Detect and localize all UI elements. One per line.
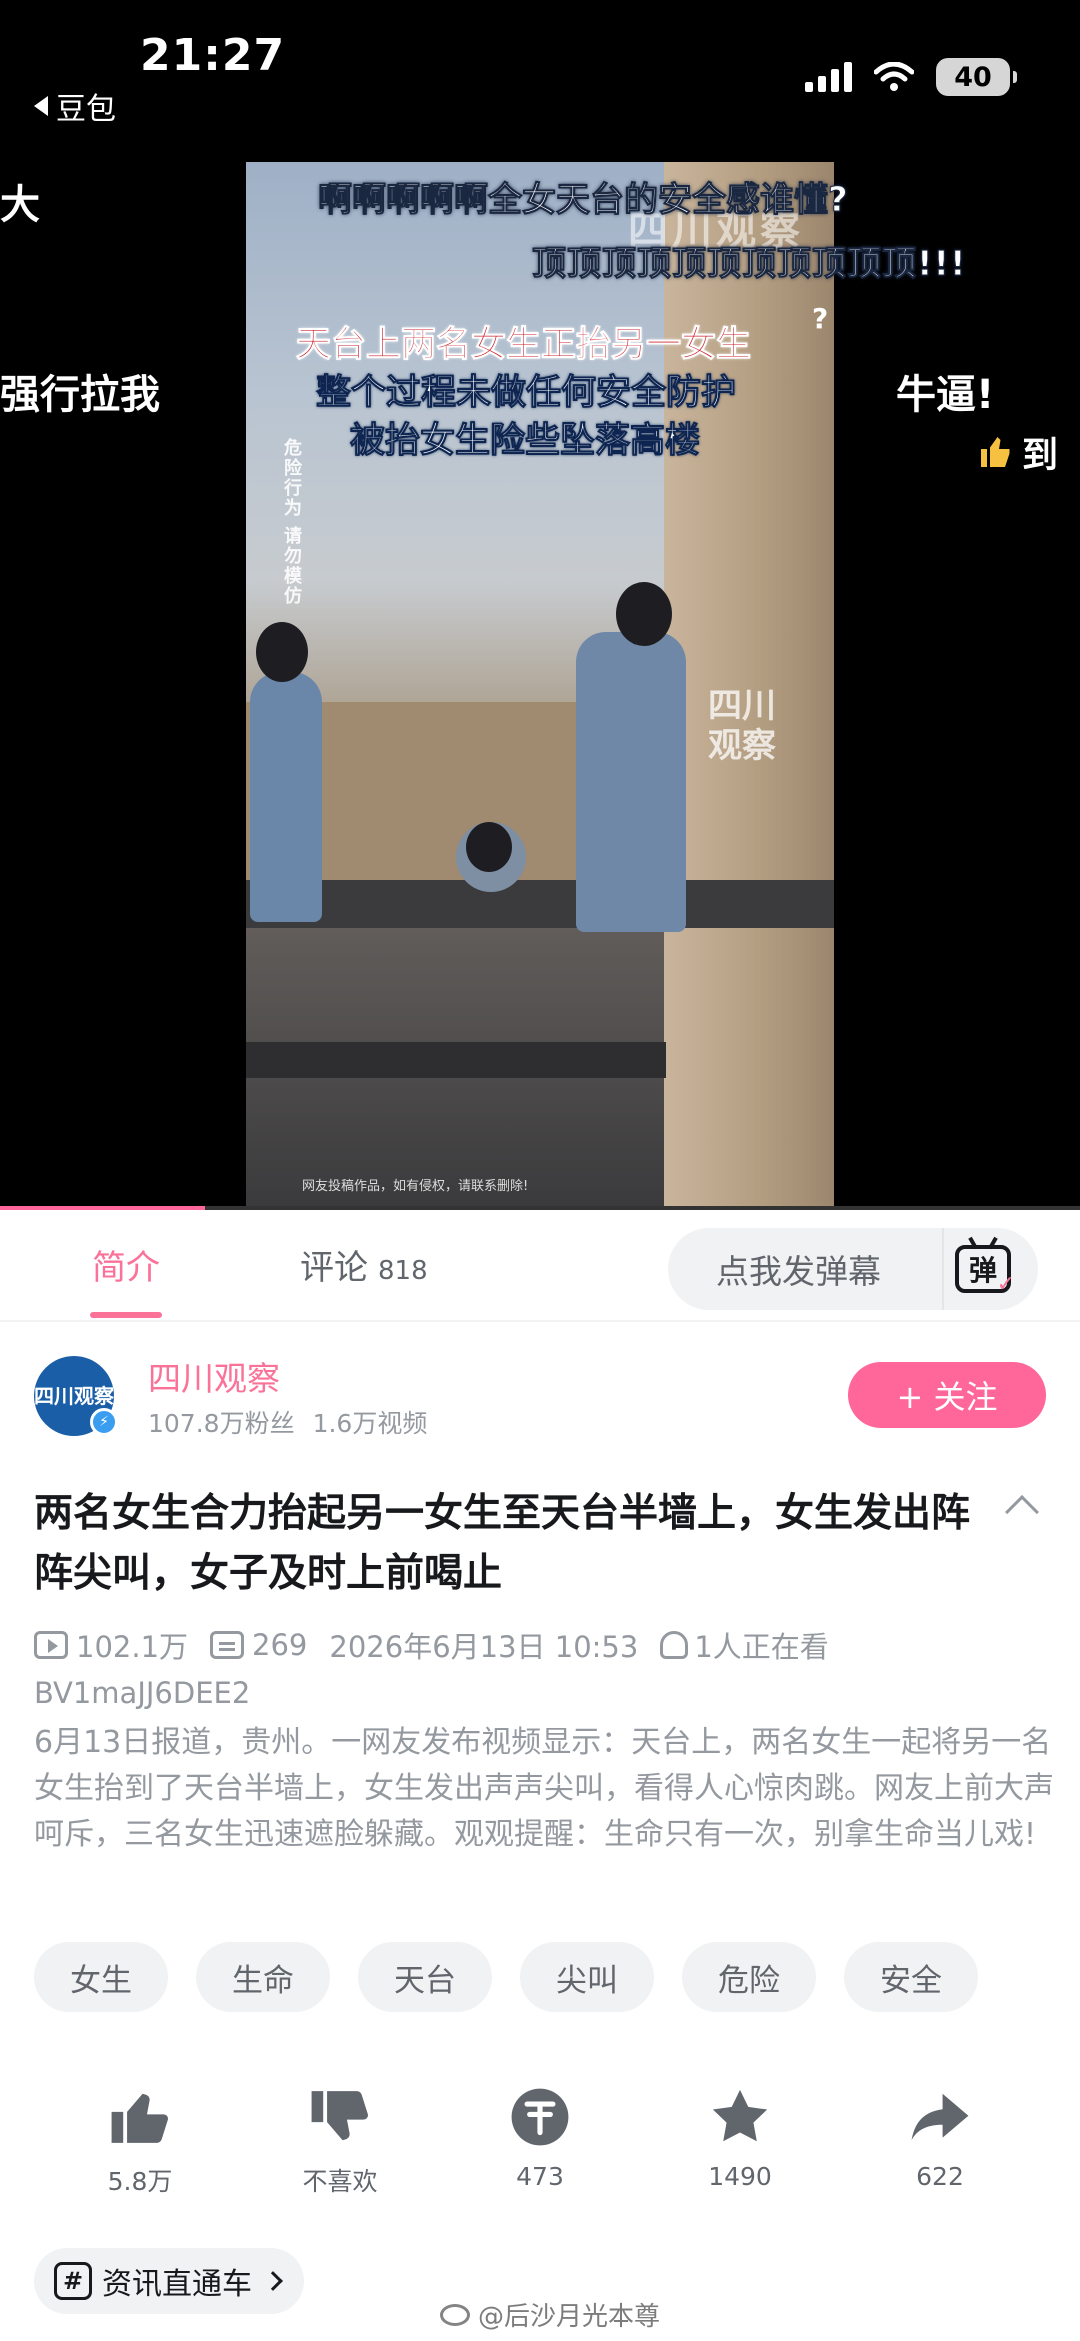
check-icon: ✓ [996, 1272, 1015, 1297]
tag-list: 女生 生命 天台 尖叫 危险 安全 [34, 1942, 978, 2012]
publish-date: 2026年6月13日 10:53 [329, 1630, 639, 1664]
detail-tabs: 简介 评论 818 点我发弹幕 弹 ✓ [0, 1210, 1080, 1322]
danmaku-count: 269 [252, 1628, 308, 1662]
back-app-label: 豆包 [56, 92, 116, 127]
video-watermark-logo: 四川观察 [708, 686, 776, 766]
uploader-fans: 107.8万粉丝 [148, 1409, 295, 1438]
favorite-count: 1490 [708, 2162, 772, 2191]
tab-comments[interactable]: 评论 818 [300, 1240, 428, 1289]
coin-icon [511, 2088, 569, 2146]
chevron-up-icon[interactable] [1005, 1495, 1039, 1529]
tag-chip[interactable]: 生命 [196, 1942, 330, 2012]
wifi-icon [874, 62, 914, 91]
danmaku-input[interactable]: 点我发弹幕 弹 ✓ [668, 1228, 1038, 1310]
video-title: 两名女生合力抬起另一女生至天台半墙上，女生发出阵阵尖叫，女子及时上前喝止 [34, 1491, 971, 1596]
thumbs-down-icon [311, 2091, 368, 2141]
follow-button[interactable]: + 关注 [848, 1362, 1046, 1428]
hashtag-icon: # [54, 2262, 92, 2300]
danmaku-input-placeholder: 点我发弹幕 [716, 1252, 881, 1291]
chevron-right-icon [263, 2271, 283, 2291]
watching-count: 1人正在看 [694, 1630, 829, 1664]
star-icon [712, 2089, 768, 2142]
weibo-watermark: @后沙月光本尊 [440, 2296, 660, 2333]
danmaku-icon-label: 弹 [968, 1254, 997, 1287]
video-overlay-text-2: 顶顶顶顶顶顶顶顶顶顶顶!!! [532, 244, 967, 285]
video-disclaimer: 网友投稿作品，如有侵权，请联系删除! [302, 1179, 529, 1194]
tag-chip[interactable]: 天台 [358, 1942, 492, 2012]
coin-button[interactable]: 473 [465, 2086, 615, 2198]
channel-link[interactable]: # 资讯直通车 [34, 2248, 304, 2314]
tag-chip[interactable]: 危险 [682, 1942, 816, 2012]
person-figure [576, 632, 686, 932]
danmaku-comment: 强行拉我 [0, 372, 160, 418]
watermark-text: @后沙月光本尊 [478, 2302, 661, 2332]
share-count: 622 [916, 2162, 964, 2191]
channel-label: 资讯直通车 [102, 2267, 252, 2302]
dislike-button[interactable]: 不喜欢 [265, 2086, 415, 2198]
danmaku-toggle-button[interactable]: 弹 ✓ [942, 1228, 1022, 1310]
back-to-app-link[interactable]: 豆包 [34, 84, 116, 128]
back-arrow-icon [34, 96, 48, 116]
video-overlay-question: ? [812, 302, 829, 335]
tag-chip[interactable]: 女生 [34, 1942, 168, 2012]
weibo-logo-icon [440, 2303, 470, 2326]
thumbs-up-icon [981, 437, 1010, 467]
thumbs-up-icon [111, 2093, 168, 2143]
share-arrow-icon [911, 2093, 969, 2141]
video-caption-white-2: 被抬女生险些坠落高楼 [349, 421, 701, 462]
danmaku-text: 到 [1022, 435, 1059, 476]
like-button[interactable]: 5.8万 [65, 2086, 215, 2198]
video-caption-white-1: 整个过程未做任何安全防护 [315, 373, 737, 414]
person-figure [250, 672, 322, 922]
danmaku-comment: 牛逼! [896, 372, 995, 418]
play-count-icon [34, 1631, 68, 1659]
watching-people-icon [660, 1631, 689, 1659]
tab-comments-label: 评论 [300, 1248, 368, 1288]
comment-count: 818 [378, 1256, 428, 1286]
danmaku-count-icon [210, 1631, 245, 1659]
video-meta: 102.1万 269 2026年6月13日 10:53 1人正在看 [34, 1624, 829, 1666]
video-vertical-warning: 危险行为 请勿模仿 [281, 438, 302, 607]
dislike-label: 不喜欢 [302, 2167, 378, 2196]
view-count: 102.1万 [76, 1630, 189, 1664]
danmaku-comment: 大 [0, 182, 40, 228]
video-overlay-text-1: 啊啊啊啊啊全女天台的安全感谁懂? [318, 180, 849, 221]
coin-count: 473 [516, 2162, 564, 2191]
tag-chip[interactable]: 安全 [844, 1942, 978, 2012]
video-caption-red: 天台上两名女生正抬另一女生 [295, 325, 752, 366]
battery-indicator: 40 [936, 58, 1017, 96]
danmaku-tv-icon: 弹 ✓ [955, 1245, 1015, 1297]
uploader-name[interactable]: 四川观察 [148, 1352, 280, 1400]
active-tab-indicator [90, 1312, 162, 1318]
uploader-videos: 1.6万视频 [312, 1409, 428, 1438]
uploader-stats: 107.8万粉丝 1.6万视频 [148, 1404, 427, 1440]
tag-chip[interactable]: 尖叫 [520, 1942, 654, 2012]
status-time: 21:27 [140, 30, 286, 81]
verified-badge-icon: ⚡ [90, 1408, 118, 1436]
like-count: 5.8万 [107, 2167, 173, 2196]
share-button[interactable]: 622 [865, 2086, 1015, 2198]
tab-intro[interactable]: 简介 [92, 1240, 160, 1289]
favorite-button[interactable]: 1490 [665, 2086, 815, 2198]
cellular-signal-icon [805, 62, 852, 92]
status-bar: 21:27 豆包 40 [0, 0, 1080, 127]
status-icons: 40 [805, 58, 1017, 96]
video-player[interactable]: 21:27 豆包 40 四川观察 四川观察 啊啊啊啊啊全女天台的安全感谁懂? 顶… [0, 0, 1080, 1210]
danmaku-comment-liked: 到 [978, 426, 1058, 478]
action-bar: 5.8万 不喜欢 473 1490 622 [0, 2086, 1080, 2198]
video-description: 6月13日报道，贵州。一网友发布视频显示：天台上，两名女生一起将另一名女生抬到了… [34, 1725, 1054, 1852]
video-bvid[interactable]: BV1maJJ6DEE2 [34, 1676, 250, 1710]
